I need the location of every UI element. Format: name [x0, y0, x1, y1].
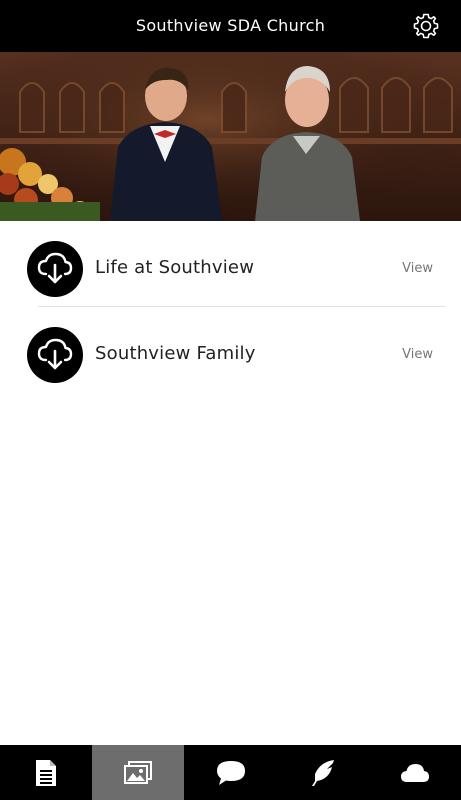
list-item[interactable]: Southview Family View: [0, 307, 461, 393]
chat-bubble-icon: [216, 760, 245, 785]
tab-documents[interactable]: [0, 745, 92, 800]
bottom-tab-bar: [0, 745, 461, 800]
tab-chat[interactable]: [184, 745, 276, 800]
settings-button[interactable]: [411, 11, 441, 41]
image-gallery-icon: [124, 760, 153, 784]
view-link[interactable]: View: [402, 347, 433, 362]
cloud-download-icon[interactable]: [27, 241, 83, 297]
tab-feather[interactable]: [277, 745, 369, 800]
cloud-icon: [400, 763, 429, 782]
gear-icon: [413, 13, 439, 39]
tab-gallery[interactable]: [92, 745, 185, 800]
cloud-download-icon[interactable]: [27, 327, 83, 383]
hero-photo: [0, 52, 461, 221]
top-bar: Southview SDA Church: [0, 0, 461, 52]
view-link[interactable]: View: [402, 261, 433, 276]
album-list: Life at Southview View Southview Family …: [0, 221, 461, 393]
list-item[interactable]: Life at Southview View: [0, 221, 461, 307]
list-item-label: Life at Southview: [95, 257, 255, 278]
tab-cloud[interactable]: [369, 745, 461, 800]
list-item-label: Southview Family: [95, 343, 256, 364]
feather-icon: [311, 759, 334, 786]
document-icon: [36, 759, 57, 786]
page-title: Southview SDA Church: [135, 16, 326, 35]
church-stage-photo: [0, 52, 461, 221]
